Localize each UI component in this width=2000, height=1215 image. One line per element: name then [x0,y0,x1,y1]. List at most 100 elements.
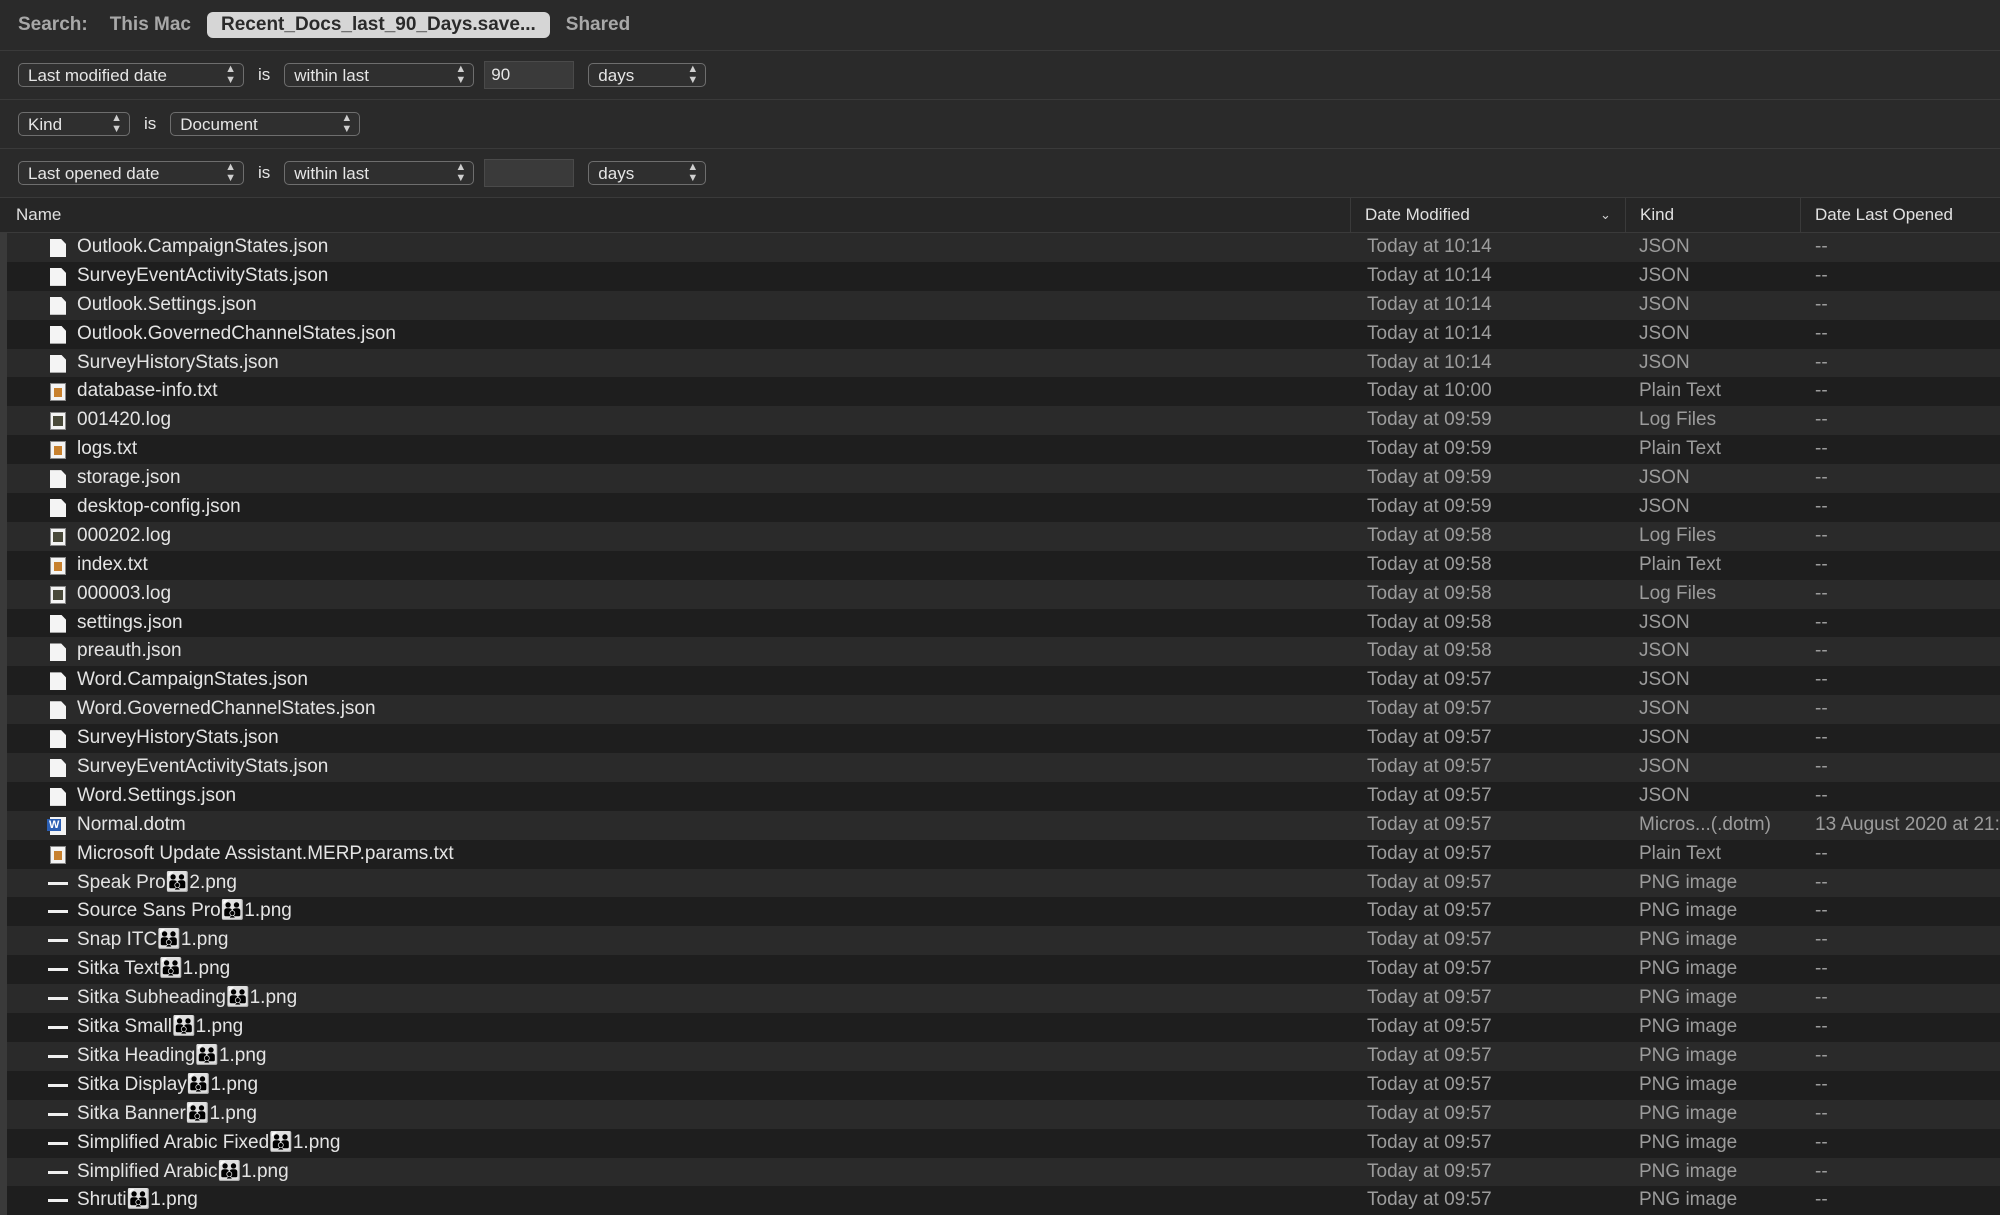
file-row[interactable]: Word.Settings.json Today at 09:57 JSON -- [0,781,2000,811]
file-name: Outlook.Settings.json [77,293,257,315]
file-row[interactable]: SurveyHistoryStats.json Today at 09:57 JSO… [0,724,2000,754]
condition-popup[interactable]: within last ▲ ▼ [284,161,475,185]
attribute-popup[interactable]: Last modified date ▲ ▼ [18,63,244,87]
file-name: Word.GovernedChannelStates.json [77,698,376,720]
file-date-modified: Today at 09:59 [1367,438,1492,460]
file-date-modified: Today at 09:57 [1367,813,1492,835]
file-date-last-opened: -- [1815,842,1828,864]
file-row[interactable]: Word.CampaignStates.json Today at 09:57 JS… [0,666,2000,696]
file-row[interactable]: Simplified Arabic👪1.png Today at 09:57 PNG… [0,1157,2000,1187]
file-row[interactable]: Sitka Small👪1.png Today at 09:57 PNG image… [0,1013,2000,1042]
file-row[interactable]: database-info.txt Today at 10:00 Plain Tex… [0,377,2000,407]
file-date-last-opened: -- [1815,438,1828,460]
unit-popup[interactable]: days ▲ ▼ [588,63,707,87]
days-value-input[interactable] [484,61,575,89]
file-name: index.txt [77,553,148,575]
up-down-arrows-icon: ▲ ▼ [687,161,699,184]
file-date-modified: Today at 09:57 [1367,987,1492,1009]
scope-this-mac[interactable]: This Mac [110,14,191,36]
attribute-popup[interactable]: Last opened date ▲ ▼ [18,161,244,185]
file-date-modified: Today at 09:58 [1367,553,1492,575]
file-row[interactable]: SurveyEventActivityStats.json Today at 10… [0,261,2000,291]
file-name: Microsoft Update Assistant.MERP.params.t… [77,842,454,864]
file-date-last-opened: -- [1815,322,1828,344]
file-row[interactable]: settings.json Today at 09:58 JSON -- [0,608,2000,638]
criteria-row-last-opened: Last opened date ▲ ▼ is within last ▲ ▼ da… [0,149,2000,198]
file-row[interactable]: Source Sans Pro👪1.png Today at 09:57 PNG i… [0,897,2000,927]
file-row[interactable]: 000003.log Today at 09:58 Log Files -- [0,579,2000,609]
file-row[interactable]: 000202.log Today at 09:58 Log Files -- [0,521,2000,551]
png-image-icon [48,1170,68,1174]
file-row[interactable]: Word.GovernedChannelStates.json Today at … [0,695,2000,725]
file-date-last-opened: -- [1815,524,1828,546]
kind-popup-value: Document [180,115,258,134]
file-row[interactable]: Sitka Subheading👪1.png Today at 09:57 PNG … [0,984,2000,1014]
column-header-date-last-opened[interactable]: Date Last Opened [1800,198,2000,232]
file-date-modified: Today at 09:57 [1367,1131,1492,1153]
file-row[interactable]: index.txt Today at 09:58 Plain Text -- [0,550,2000,580]
file-name: Sitka Display👪1.png [77,1073,259,1095]
file-date-modified: Today at 09:59 [1367,496,1492,518]
file-date-modified: Today at 09:57 [1367,784,1492,806]
file-date-last-opened: -- [1815,669,1828,691]
file-row[interactable]: SurveyEventActivityStats.json Today at 09… [0,753,2000,782]
file-row[interactable]: Shruti👪1.png Today at 09:57 PNG image -- [0,1186,2000,1215]
file-kind: Plain Text [1639,553,1722,575]
file-date-modified: Today at 09:57 [1367,900,1492,922]
scope-saved-search[interactable]: Recent_Docs_last_90_Days.save... [207,12,550,38]
file-kind: Log Files [1639,582,1717,604]
file-date-last-opened: -- [1815,467,1828,489]
png-image-icon [48,997,68,1001]
file-row[interactable]: Sitka Heading👪1.png Today at 09:57 PNG ima… [0,1041,2000,1071]
file-kind: JSON [1639,264,1690,286]
file-row[interactable]: Speak Pro👪2.png Today at 09:57 PNG image -- [0,868,2000,898]
file-row[interactable]: storage.json Today at 09:59 JSON -- [0,464,2000,494]
png-image-icon [48,939,68,943]
scope-shared[interactable]: Shared [566,14,630,36]
condition-popup-value: within last [294,66,369,85]
file-name: Word.Settings.json [77,784,237,806]
json-file-icon [50,643,66,662]
file-row[interactable]: Outlook.GovernedChannelStates.json Today … [0,319,2000,349]
file-row[interactable]: Microsoft Update Assistant.MERP.params.t… [0,839,2000,869]
file-kind: PNG image [1639,1131,1738,1153]
file-row[interactable]: Sitka Banner👪1.png Today at 09:57 PNG imag… [0,1099,2000,1129]
json-file-icon [50,296,66,315]
file-row[interactable]: logs.txt Today at 09:59 Plain Text -- [0,435,2000,465]
column-header-name[interactable]: Name [16,198,61,232]
file-date-last-opened: -- [1815,553,1828,575]
png-image-icon [48,1141,68,1145]
file-name: Simplified Arabic Fixed👪1.png [77,1131,341,1153]
word-document-icon [47,816,66,835]
file-date-modified: Today at 10:14 [1367,264,1492,286]
attribute-popup[interactable]: Kind ▲ ▼ [18,112,130,136]
criteria-row-last-modified: Last modified date ▲ ▼ is within last ▲ ▼ … [0,51,2000,100]
file-row[interactable]: preauth.json Today at 09:58 JSON -- [0,637,2000,667]
file-date-last-opened: -- [1815,496,1828,518]
kind-popup[interactable]: Document ▲ ▼ [170,112,361,136]
column-header-date-modified[interactable]: Date Modified [1350,198,1635,232]
file-row[interactable]: Normal.dotm Today at 09:57 Micros...(.dotm… [0,810,2000,840]
file-row[interactable]: 001420.log Today at 09:59 Log Files -- [0,406,2000,436]
unit-popup[interactable]: days ▲ ▼ [588,161,707,185]
file-kind: Log Files [1639,409,1717,431]
file-date-last-opened: -- [1815,264,1828,286]
file-kind: PNG image [1639,1102,1738,1124]
file-row[interactable]: Sitka Text👪1.png Today at 09:57 PNG image -… [0,955,2000,985]
file-date-last-opened: -- [1815,611,1828,633]
file-row[interactable]: Snap ITC👪1.png Today at 09:57 PNG image -- [0,926,2000,956]
column-header-kind[interactable]: Kind [1625,198,1800,232]
condition-popup[interactable]: within last ▲ ▼ [284,63,475,87]
up-down-arrows-icon: ▲ ▼ [111,112,122,135]
file-date-last-opened: -- [1815,1044,1828,1066]
file-row[interactable]: Sitka Display👪1.png Today at 09:57 PNG ima… [0,1070,2000,1100]
days-value-input[interactable] [484,159,575,187]
file-row[interactable]: Simplified Arabic Fixed👪1.png Today at 09… [0,1128,2000,1158]
file-date-last-opened: -- [1815,784,1828,806]
file-row[interactable]: desktop-config.json Today at 09:59 JSON -- [0,493,2000,522]
file-row[interactable]: Outlook.CampaignStates.json Today at 10:1… [0,233,2000,262]
file-row[interactable]: Outlook.Settings.json Today at 10:14 JSON -… [0,290,2000,320]
log-file-icon [50,585,66,604]
text-file-icon [50,383,66,402]
file-row[interactable]: SurveyHistoryStats.json Today at 10:14 JSO… [0,348,2000,378]
